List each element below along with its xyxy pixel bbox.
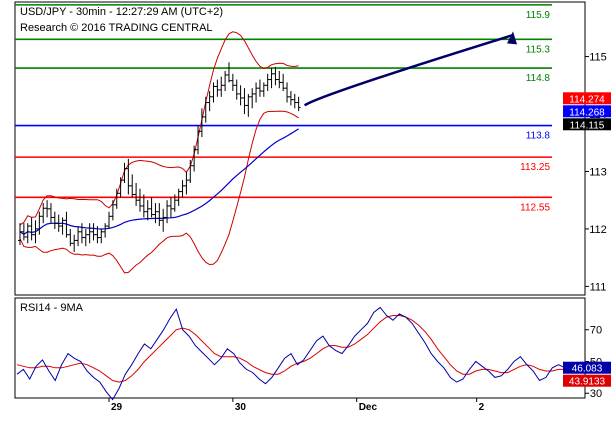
chart-root: USD/JPY - 30min - 12:27:29 AM (UTC+2) Re…: [0, 0, 616, 433]
price-axis-label: 112: [589, 224, 607, 236]
price-axis-label: 113: [589, 166, 607, 178]
price-axis-label: 111: [590, 281, 607, 293]
date-axis-label: Dec: [359, 402, 378, 413]
price-badge-label: 114.115: [570, 120, 605, 131]
chart-source: Research © 2016 TRADING CENTRAL: [20, 22, 213, 34]
rsi-badge-label: 43.9133: [569, 377, 606, 388]
rsi-axis-label: 30: [590, 388, 602, 400]
price-badge-label: 114.268: [569, 107, 605, 118]
rsi-title: RSI14 - 9MA: [20, 302, 84, 314]
chart-title: USD/JPY - 30min - 12:27:29 AM (UTC+2): [20, 6, 223, 18]
price-axis-label: 115: [589, 52, 607, 64]
level-label: 115.3: [526, 44, 551, 55]
level-label: 113.8: [526, 131, 551, 142]
date-axis-label: 29: [111, 402, 123, 413]
level-label: 112.55: [520, 202, 550, 213]
level-label: 113.25: [520, 162, 550, 173]
price-badge-label: 114.274: [569, 94, 605, 105]
date-axis-label: 2: [479, 402, 485, 413]
level-label: 115.9: [526, 10, 551, 21]
chart-svg: USD/JPY - 30min - 12:27:29 AM (UTC+2) Re…: [0, 0, 616, 433]
rsi-badge-label: 46.083: [572, 364, 603, 375]
rsi-axis-label: 70: [590, 325, 602, 337]
date-axis-label: 30: [235, 402, 247, 413]
level-label: 114.8: [526, 73, 551, 84]
